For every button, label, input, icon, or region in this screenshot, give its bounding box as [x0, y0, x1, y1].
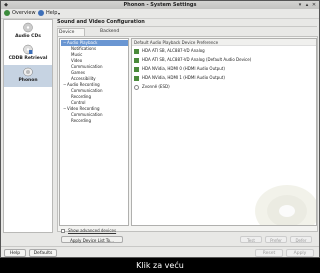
help-button[interactable]: Help: [4, 249, 26, 257]
tree-item-label: Games: [71, 70, 85, 75]
device-preference-panel: −Audio Playback Notifications Music Video Co…: [57, 36, 318, 232]
cd-icon: [23, 22, 33, 33]
device-item[interactable]: HDA ATI SB, ALC887-VD Analog (Default Au…: [134, 56, 314, 64]
show-advanced-label[interactable]: Show advanced devices: [68, 228, 116, 234]
cddb-icon: [23, 44, 33, 55]
apply-device-list-button[interactable]: Apply Device List To...: [61, 236, 123, 243]
sidebar-item-phonon[interactable]: Phonon: [4, 65, 52, 87]
sidebar-item-label: Phonon: [18, 78, 38, 83]
tree-item-label: Recording: [71, 94, 92, 99]
minimize-icon[interactable]: ▾: [297, 2, 303, 8]
help-icon[interactable]: [38, 10, 44, 16]
button-bar: Help Defaults Reset Apply: [1, 246, 319, 259]
tree-item-label: Control: [71, 100, 86, 105]
reset-button[interactable]: Reset: [255, 249, 283, 257]
device-label: HDA ATI SB, ALC887-VD Analog (Default Au…: [142, 57, 252, 62]
device-item[interactable]: HDA ATI SB, ALC887-VD Analog: [134, 47, 314, 55]
sidebar-item-cddb-retrieval[interactable]: CDDB Retrieval: [4, 43, 52, 65]
show-advanced-checkbox[interactable]: [61, 229, 65, 233]
device-item[interactable]: HDA NVidia, HDMI 0 (HDMI Audio Output): [134, 65, 314, 73]
audio-card-icon: [134, 66, 139, 72]
tree-item-label: Audio Recording: [67, 82, 100, 87]
device-label: HDA NVidia, HDMI 0 (HDMI Audio Output): [142, 66, 225, 71]
section-title: Sound and Video Configuration: [57, 19, 145, 25]
category-tree[interactable]: −Audio Playback Notifications Music Video Co…: [59, 38, 129, 226]
apply-button[interactable]: Apply: [286, 249, 314, 257]
divider: [57, 26, 317, 27]
device-options: Show advanced devices Apply Device List …: [57, 227, 318, 247]
device-list[interactable]: Default Audio Playback Device Preference…: [131, 38, 317, 226]
tree-item-label: Notifications: [71, 46, 97, 51]
tree-item-label: Accessibility: [71, 76, 96, 81]
tree-item-label: Communication: [71, 88, 103, 93]
sidebar-item-audio-cds[interactable]: Audio CDs: [4, 21, 52, 43]
audio-card-icon: [134, 48, 139, 54]
speaker-small-icon: [134, 84, 139, 90]
device-item[interactable]: HDA NVidia, HDMI 1 (HDMI Audio Output): [134, 74, 314, 82]
overview-button[interactable]: Overview: [12, 10, 36, 17]
tree-item-label: Communication: [71, 112, 103, 117]
defaults-button[interactable]: Defaults: [29, 249, 57, 257]
tree-item-label: Recording: [71, 118, 92, 123]
prefer-button[interactable]: Prefer: [265, 236, 287, 243]
caption-link[interactable]: Klik za veću: [0, 259, 320, 273]
audio-card-icon: [134, 57, 139, 63]
defer-button[interactable]: Defer: [290, 236, 312, 243]
title-bar[interactable]: ◆ Phonon - System Settings ▾ ▴ ✕: [1, 1, 319, 9]
tree-item[interactable]: Recording: [61, 118, 128, 124]
speaker-icon: [23, 67, 33, 77]
help-menu[interactable]: Help: [46, 10, 57, 17]
tree-item-label: Audio Playback: [67, 40, 98, 45]
sidebar-item-label: Audio CDs: [15, 34, 41, 39]
chevron-down-icon[interactable]: ▾: [58, 10, 60, 17]
device-label: HDA ATI SB, ALC887-VD Analog: [142, 48, 205, 53]
device-label: HDA NVidia, HDMI 1 (HDMI Audio Output): [142, 75, 225, 80]
tree-item-label: Music: [71, 52, 83, 57]
tab-backend[interactable]: Backend: [99, 28, 120, 36]
tree-item-label: Communication: [71, 64, 103, 69]
module-sidebar: Audio CDs CDDB Retrieval Phonon: [3, 19, 53, 233]
menu-bar: Overview Help ▾: [1, 9, 319, 19]
speaker-watermark-icon: [255, 185, 316, 225]
device-label: Zvonně (ESD): [142, 84, 170, 89]
overview-icon[interactable]: [4, 10, 10, 16]
device-list-header: Default Audio Playback Device Preference: [132, 39, 316, 46]
sidebar-item-label: CDDB Retrieval: [8, 56, 48, 61]
settings-window: ◆ Phonon - System Settings ▾ ▴ ✕ Overvie…: [0, 0, 320, 258]
test-button[interactable]: Test: [240, 236, 262, 243]
device-item[interactable]: Zvonně (ESD): [134, 83, 314, 91]
tree-item-label: Video Recording: [67, 106, 100, 111]
window-title: Phonon - System Settings: [123, 2, 197, 8]
close-icon[interactable]: ✕: [311, 2, 317, 8]
maximize-icon[interactable]: ▴: [304, 2, 310, 8]
tree-item-label: Video: [71, 58, 83, 63]
audio-card-icon: [134, 75, 139, 81]
